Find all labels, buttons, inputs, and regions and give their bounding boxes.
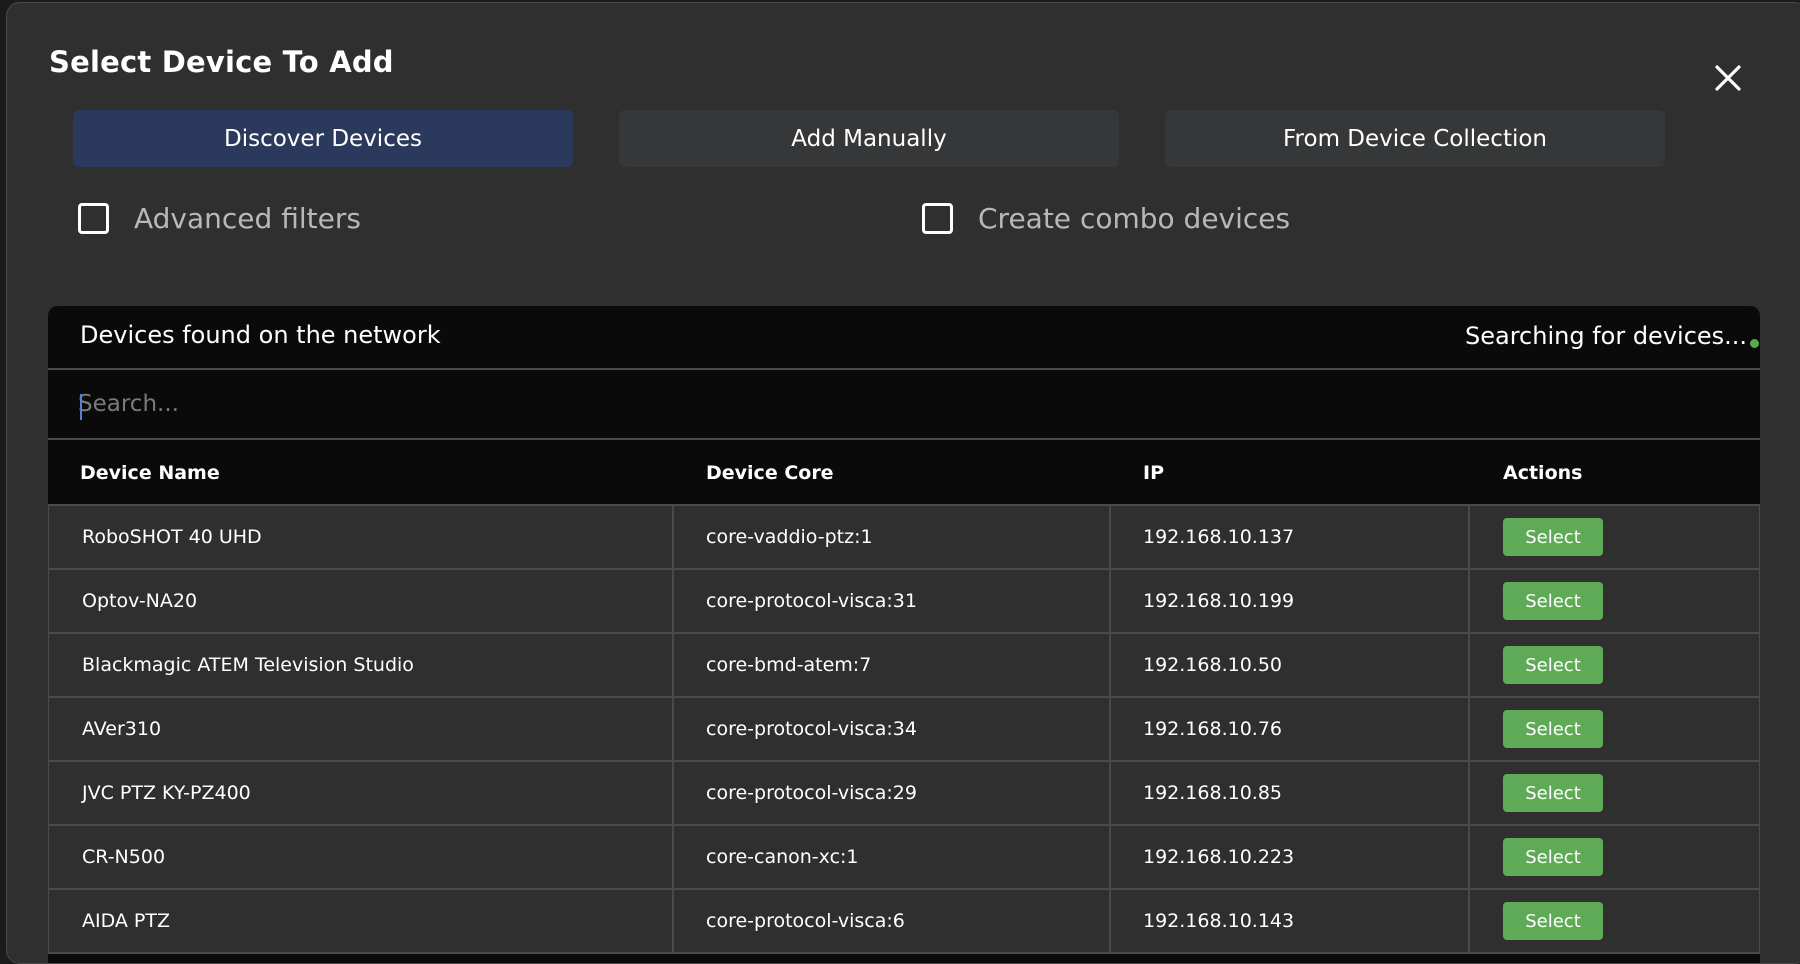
device-ip-cell: 192.168.10.223 — [1111, 826, 1470, 888]
advanced-filters-option[interactable]: Advanced filters — [78, 202, 361, 235]
actions-cell: Select — [1470, 634, 1760, 696]
table-row: Optov-NA20 core-protocol-visca:31 192.16… — [48, 570, 1760, 634]
tab-from-device-collection[interactable]: From Device Collection — [1165, 110, 1665, 167]
actions-cell: Select — [1470, 890, 1760, 952]
device-core-cell: core-canon-xc:1 — [674, 826, 1111, 888]
device-ip-cell: 192.168.10.50 — [1111, 634, 1470, 696]
device-ip-cell: 192.168.10.199 — [1111, 570, 1470, 632]
select-button[interactable]: Select — [1503, 518, 1603, 556]
dialog-title: Select Device To Add — [49, 45, 394, 79]
actions-cell: Select — [1470, 762, 1760, 824]
table-row: AVer310 core-protocol-visca:34 192.168.1… — [48, 698, 1760, 762]
advanced-filters-label: Advanced filters — [134, 202, 361, 235]
search-input[interactable] — [78, 382, 1718, 426]
device-core-cell: core-protocol-visca:34 — [674, 698, 1111, 760]
column-header-device-name: Device Name — [80, 462, 220, 484]
select-button[interactable]: Select — [1503, 902, 1603, 940]
table-row: JVC PTZ KY-PZ400 core-protocol-visca:29 … — [48, 762, 1760, 826]
discovered-devices-panel: Devices found on the network Searching f… — [48, 306, 1760, 963]
device-core-cell: core-protocol-visca:31 — [674, 570, 1111, 632]
device-core-cell: core-protocol-visca:6 — [674, 890, 1111, 952]
device-ip-cell: 192.168.10.85 — [1111, 762, 1470, 824]
device-name-cell: JVC PTZ KY-PZ400 — [48, 762, 674, 824]
combo-devices-label: Create combo devices — [978, 202, 1291, 235]
device-ip-cell: 192.168.10.76 — [1111, 698, 1470, 760]
text-caret — [80, 394, 82, 420]
device-name-cell: Blackmagic ATEM Television Studio — [48, 634, 674, 696]
device-ip-cell: 192.168.10.143 — [1111, 890, 1470, 952]
close-icon[interactable] — [1711, 61, 1745, 95]
column-header-ip: IP — [1143, 462, 1164, 484]
combo-devices-checkbox[interactable] — [922, 203, 953, 234]
select-button[interactable]: Select — [1503, 646, 1603, 684]
device-ip-cell: 192.168.10.137 — [1111, 506, 1470, 568]
select-button[interactable]: Select — [1503, 774, 1603, 812]
device-core-cell: core-protocol-visca:29 — [674, 762, 1111, 824]
device-name-cell: CR-N500 — [48, 826, 674, 888]
table-row: AIDA PTZ core-protocol-visca:6 192.168.1… — [48, 890, 1760, 954]
actions-cell: Select — [1470, 506, 1760, 568]
table-header: Device Name Device Core IP Actions — [48, 440, 1760, 506]
column-header-device-core: Device Core — [706, 462, 834, 484]
select-device-dialog: Select Device To Add Discover Devices Ad… — [6, 2, 1800, 964]
panel-title: Devices found on the network — [80, 321, 441, 349]
device-core-cell: core-vaddio-ptz:1 — [674, 506, 1111, 568]
tab-add-manually[interactable]: Add Manually — [619, 110, 1119, 167]
device-core-cell: core-bmd-atem:7 — [674, 634, 1111, 696]
table-row: RoboSHOT 40 UHD core-vaddio-ptz:1 192.16… — [48, 506, 1760, 570]
search-status-text: Searching for devices... — [1465, 322, 1748, 350]
searching-indicator-dot — [1750, 339, 1759, 348]
select-button[interactable]: Select — [1503, 838, 1603, 876]
table-row: CR-N500 core-canon-xc:1 192.168.10.223 S… — [48, 826, 1760, 890]
advanced-filters-checkbox[interactable] — [78, 203, 109, 234]
actions-cell: Select — [1470, 826, 1760, 888]
actions-cell: Select — [1470, 570, 1760, 632]
panel-header: Devices found on the network Searching f… — [48, 306, 1760, 370]
device-name-cell: Optov-NA20 — [48, 570, 674, 632]
combo-devices-option[interactable]: Create combo devices — [922, 202, 1290, 235]
actions-cell: Select — [1470, 698, 1760, 760]
device-name-cell: RoboSHOT 40 UHD — [48, 506, 674, 568]
device-name-cell: AIDA PTZ — [48, 890, 674, 952]
search-bar — [48, 370, 1760, 440]
select-button[interactable]: Select — [1503, 710, 1603, 748]
tab-discover-devices[interactable]: Discover Devices — [73, 110, 573, 167]
select-button[interactable]: Select — [1503, 582, 1603, 620]
device-name-cell: AVer310 — [48, 698, 674, 760]
table-row: Blackmagic ATEM Television Studio core-b… — [48, 634, 1760, 698]
column-header-actions: Actions — [1503, 462, 1583, 484]
